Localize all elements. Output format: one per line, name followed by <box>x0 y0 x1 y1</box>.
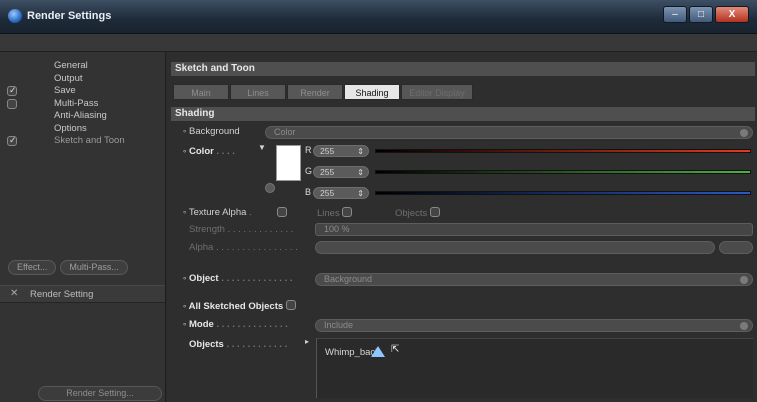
nav-item-label: Output <box>54 72 83 84</box>
channel-r-slider[interactable] <box>375 149 751 153</box>
objects-menu-arrow-icon[interactable]: ▸ <box>305 337 309 346</box>
tab-lines[interactable]: Lines <box>230 84 286 100</box>
nav-item-antialiasing[interactable]: Anti-Aliasing <box>0 110 166 123</box>
object-dropdown[interactable]: Background <box>315 273 753 286</box>
section-title: Shading <box>171 107 755 121</box>
chevron-down-icon <box>740 276 748 284</box>
chevron-down-icon <box>740 322 748 330</box>
channel-g-slider[interactable] <box>375 170 751 174</box>
nav-item-label: Save <box>54 85 76 96</box>
render-setting-label: Render Setting <box>30 289 94 300</box>
app-icon <box>8 9 22 23</box>
strength-value: 100 % <box>324 224 350 234</box>
mode-dropdown[interactable]: Include <box>315 319 753 332</box>
color-label: ◦ Color . . . . <box>183 146 235 157</box>
mode-label: ◦ Mode . . . . . . . . . . . . . . <box>183 319 288 330</box>
window-controls: – □ X <box>663 6 749 23</box>
chevron-down-icon <box>740 129 748 137</box>
tab-bar: Main Lines Render Shading Editor Display <box>173 84 474 100</box>
tab-editor-display[interactable]: Editor Display <box>401 84 473 100</box>
nav-item-label: General <box>54 60 88 71</box>
settings-nav-list: General Output Save Multi-Pass Anti-Alia… <box>0 60 166 148</box>
window-title: Render Settings <box>27 10 112 22</box>
objects-list-label: Objects . . . . . . . . . . . . <box>189 339 288 350</box>
effect-buttons: Effect... Multi-Pass... <box>8 260 128 275</box>
multipass-button[interactable]: Multi-Pass... <box>60 260 128 275</box>
objects-list[interactable]: Whimp_back ⇱ <box>316 338 753 398</box>
channel-g-input[interactable]: 255 ⇕ <box>313 166 369 178</box>
effect-button[interactable]: Effect... <box>8 260 57 275</box>
nav-item-output[interactable]: Output <box>0 73 166 86</box>
all-sketched-objects-label: ◦ All Sketched Objects <box>183 300 296 312</box>
cursor-icon: ⇱ <box>391 344 400 355</box>
nav-item-label: Options <box>54 122 87 134</box>
object-label: ◦ Object . . . . . . . . . . . . . . <box>183 273 293 284</box>
save-checkbox[interactable] <box>7 84 17 97</box>
color-menu-arrow-icon[interactable]: ▼ <box>258 143 266 152</box>
color-expand-button[interactable] <box>265 183 275 193</box>
nav-item-label: Anti-Aliasing <box>54 110 107 121</box>
texture-alpha-checkbox[interactable] <box>277 207 287 219</box>
close-icon: ✕ <box>10 288 19 299</box>
settings-panel: Sketch and Toon Main Lines Render Shadin… <box>167 52 757 402</box>
render-setting-list-item[interactable]: ✕ Render Setting <box>0 285 165 303</box>
nav-item-save[interactable]: Save <box>0 84 166 98</box>
polygon-object-icon <box>371 346 385 357</box>
close-button[interactable]: X <box>715 6 749 23</box>
strength-field[interactable]: 100 % <box>315 223 753 236</box>
tab-shading[interactable]: Shading <box>344 84 400 100</box>
nav-item-general[interactable]: General <box>0 60 166 73</box>
all-sketched-objects-checkbox[interactable] <box>285 300 296 310</box>
settings-sidebar: General Output Save Multi-Pass Anti-Alia… <box>0 52 166 402</box>
sketch-toon-checkbox[interactable] <box>7 134 17 147</box>
channel-b-slider[interactable] <box>375 191 751 195</box>
strength-label: Strength . . . . . . . . . . . . . <box>189 224 294 235</box>
alpha-texture-button[interactable] <box>719 241 753 254</box>
texture-alpha-label: ◦ Texture Alpha . <box>183 207 252 218</box>
background-dropdown[interactable]: Color <box>265 126 753 139</box>
nav-item-options[interactable]: Options <box>0 123 166 136</box>
render-setting-button[interactable]: Render Setting... <box>38 386 162 401</box>
alpha-field[interactable] <box>315 241 715 254</box>
color-swatch[interactable] <box>276 145 301 181</box>
channel-b-input[interactable]: 255 ⇕ <box>313 187 369 199</box>
title-bar: Render Settings – □ X <box>0 0 757 34</box>
objects-option[interactable]: Objects <box>395 207 440 219</box>
menu-bar <box>0 34 757 52</box>
channel-b-label: B <box>305 187 312 197</box>
lines-option[interactable]: Lines <box>317 207 353 219</box>
nav-item-label: Multi-Pass <box>54 97 99 109</box>
nav-item-sketch-and-toon[interactable]: Sketch and Toon <box>0 134 166 148</box>
object-value: Background <box>324 274 373 284</box>
multipass-checkbox[interactable] <box>7 98 17 109</box>
nav-item-label: Sketch and Toon <box>54 135 125 146</box>
panel-title: Sketch and Toon <box>171 62 755 76</box>
channel-r-label: R <box>305 145 312 155</box>
background-label: ◦ Background <box>183 126 240 137</box>
mode-value: Include <box>324 320 354 330</box>
minimize-button[interactable]: – <box>663 6 687 23</box>
alpha-label: Alpha . . . . . . . . . . . . . . . . <box>189 242 298 253</box>
nav-item-multipass[interactable]: Multi-Pass <box>0 98 166 111</box>
channel-r-input[interactable]: 255 ⇕ <box>313 145 369 157</box>
tab-render[interactable]: Render <box>287 84 343 100</box>
channel-g-label: G <box>305 166 313 176</box>
tab-main[interactable]: Main <box>173 84 229 100</box>
background-value: Color <box>274 127 296 137</box>
maximize-button[interactable]: □ <box>689 6 713 23</box>
